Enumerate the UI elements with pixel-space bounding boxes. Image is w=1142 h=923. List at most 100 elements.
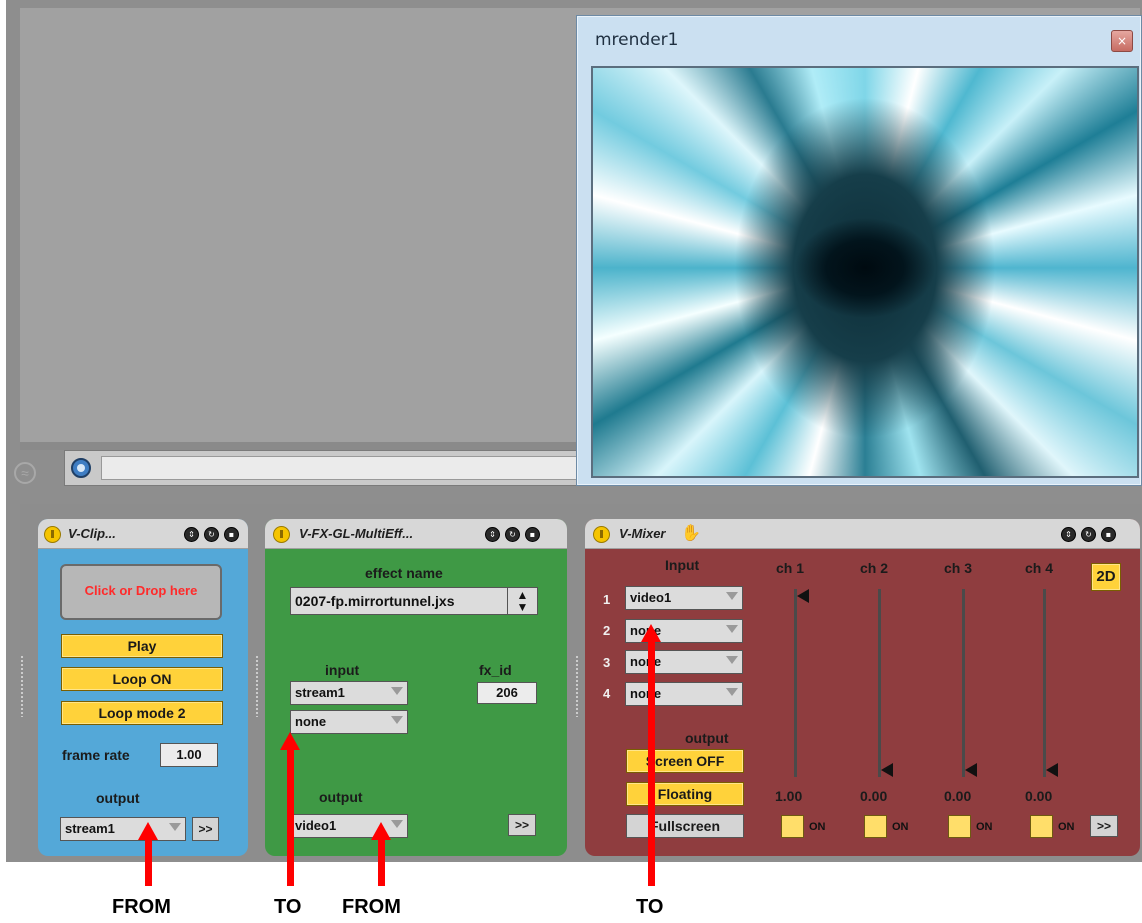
annotation-label-to-1: TO — [274, 896, 302, 918]
fader-thumb-1[interactable] — [797, 589, 809, 603]
red-arrow-1 — [138, 822, 158, 886]
headphone-preview-icon[interactable] — [71, 458, 91, 478]
input-value-2: none — [295, 714, 327, 729]
effect-name-menu[interactable]: 0207-fp.mirrortunnel.jxs ▲ ▼ — [290, 587, 538, 615]
on-label-3: ON — [976, 821, 993, 833]
red-arrow-4 — [641, 624, 661, 886]
fx-id-box[interactable]: 206 — [477, 682, 537, 704]
input-dropdown-4[interactable]: none — [625, 682, 743, 706]
chevron-down-icon — [726, 656, 738, 664]
forward-button[interactable]: >> — [1090, 815, 1118, 837]
device-grip[interactable] — [255, 655, 259, 717]
input-number-2: 2 — [603, 623, 611, 638]
channel-fader-2[interactable] — [878, 589, 881, 777]
output-value: stream1 — [65, 821, 115, 836]
device-title: V-Clip... — [68, 526, 116, 541]
on-label-2: ON — [892, 821, 909, 833]
forward-button[interactable]: >> — [192, 817, 219, 841]
power-icon[interactable] — [593, 526, 610, 543]
hot-swap-icon[interactable]: ↻ — [505, 527, 520, 542]
red-arrow-2 — [280, 732, 300, 886]
channel-fader-3[interactable] — [962, 589, 965, 777]
effect-name-value: 0207-fp.mirrortunnel.jxs — [295, 593, 455, 609]
input-value-4: none — [630, 686, 662, 701]
power-icon[interactable] — [44, 526, 61, 543]
device-grip[interactable] — [20, 655, 24, 717]
input-dropdown-2[interactable]: none — [290, 710, 408, 734]
channel-on-toggle-1[interactable] — [781, 815, 804, 838]
output-label: output — [685, 730, 729, 746]
fx-id-label: fx_id — [479, 662, 512, 678]
channel-fader-4[interactable] — [1043, 589, 1046, 777]
fullscreen-button[interactable]: Fullscreen — [626, 814, 744, 838]
device-title: V-Mixer — [619, 526, 666, 541]
preview-field[interactable] — [101, 456, 601, 480]
channel-on-toggle-4[interactable] — [1030, 815, 1053, 838]
hot-swap-icon[interactable]: ↻ — [1081, 527, 1096, 542]
mode-2d-button[interactable]: 2D — [1091, 563, 1121, 591]
frame-rate-label: frame rate — [62, 747, 130, 763]
input-label: Input — [665, 557, 700, 573]
screen-button[interactable]: Screen OFF — [626, 749, 744, 773]
chevron-down-icon — [726, 592, 738, 600]
forward-button[interactable]: >> — [508, 814, 536, 836]
input-number-1: 1 — [603, 592, 611, 607]
chevron-down-icon — [726, 625, 738, 633]
channel-fader-1[interactable] — [794, 589, 797, 777]
chevron-down-icon — [391, 820, 403, 828]
loop-button[interactable]: Loop ON — [61, 667, 223, 691]
annotation-label-to-2: TO — [636, 896, 664, 918]
fader-thumb-4[interactable] — [1046, 763, 1058, 777]
render-output-canvas — [591, 66, 1139, 478]
v-mixer-title-bar[interactable]: V-Mixer ✋ ⇕ ↻ ▪ — [585, 519, 1140, 549]
channel-value-4: 0.00 — [1025, 788, 1053, 804]
on-label-4: ON — [1058, 821, 1075, 833]
v-fx-device: V-FX-GL-MultiEff... ⇕ ↻ ▪ effect name 02… — [265, 519, 567, 856]
loop-mode-button[interactable]: Loop mode 2 — [61, 701, 223, 725]
v-mixer-device: V-Mixer ✋ ⇕ ↻ ▪ Input 1 video1 2 none 3 … — [585, 519, 1140, 856]
save-preset-icon[interactable]: ▪ — [525, 527, 540, 542]
fader-thumb-2[interactable] — [881, 763, 893, 777]
input-dropdown-1[interactable]: stream1 — [290, 681, 408, 705]
input-number-3: 3 — [603, 655, 611, 670]
map-icon[interactable]: ⇕ — [1061, 527, 1076, 542]
hot-swap-button[interactable]: ≈ — [6, 452, 56, 492]
channel-value-2: 0.00 — [860, 788, 888, 804]
v-fx-title-bar[interactable]: V-FX-GL-MultiEff... ⇕ ↻ ▪ — [265, 519, 567, 549]
channel-value-1: 1.00 — [775, 788, 803, 804]
channel-label-4: ch 4 — [1025, 560, 1054, 576]
hot-swap-icon[interactable]: ↻ — [204, 527, 219, 542]
channel-on-toggle-3[interactable] — [948, 815, 971, 838]
input-value-3: none — [630, 654, 662, 669]
save-preset-icon[interactable]: ▪ — [1101, 527, 1116, 542]
channel-label-1: ch 1 — [776, 560, 805, 576]
annotation-label-from-1: FROM — [112, 896, 171, 918]
chevron-down-icon — [391, 687, 403, 695]
channel-on-toggle-2[interactable] — [864, 815, 887, 838]
input-dropdown-1[interactable]: video1 — [625, 586, 743, 610]
input-value-1: stream1 — [295, 685, 345, 700]
chevron-down-icon — [726, 688, 738, 696]
hand-icon: ✋ — [681, 525, 701, 542]
input-number-4: 4 — [603, 686, 611, 701]
output-label: output — [96, 790, 140, 806]
v-clip-device: V-Clip... ⇕ ↻ ▪ Click or Drop here Play … — [38, 519, 248, 856]
input-dropdown-3[interactable]: none — [625, 650, 743, 674]
save-preset-icon[interactable]: ▪ — [224, 527, 239, 542]
power-icon[interactable] — [273, 526, 290, 543]
mrender-window[interactable]: mrender1 × — [576, 15, 1142, 486]
device-grip[interactable] — [575, 655, 579, 717]
clip-drop-zone[interactable]: Click or Drop here — [60, 564, 222, 620]
effect-name-label: effect name — [365, 565, 443, 581]
close-button[interactable]: × — [1111, 30, 1133, 52]
map-icon[interactable]: ⇕ — [485, 527, 500, 542]
input-label: input — [325, 662, 360, 678]
frame-rate-box[interactable]: 1.00 — [160, 743, 218, 767]
floating-button[interactable]: Floating — [626, 782, 744, 806]
fader-thumb-3[interactable] — [965, 763, 977, 777]
play-button[interactable]: Play — [61, 634, 223, 658]
annotation-label-from-2: FROM — [342, 896, 401, 918]
output-dropdown[interactable]: stream1 — [60, 817, 186, 841]
map-icon[interactable]: ⇕ — [184, 527, 199, 542]
v-clip-title-bar[interactable]: V-Clip... ⇕ ↻ ▪ — [38, 519, 248, 549]
